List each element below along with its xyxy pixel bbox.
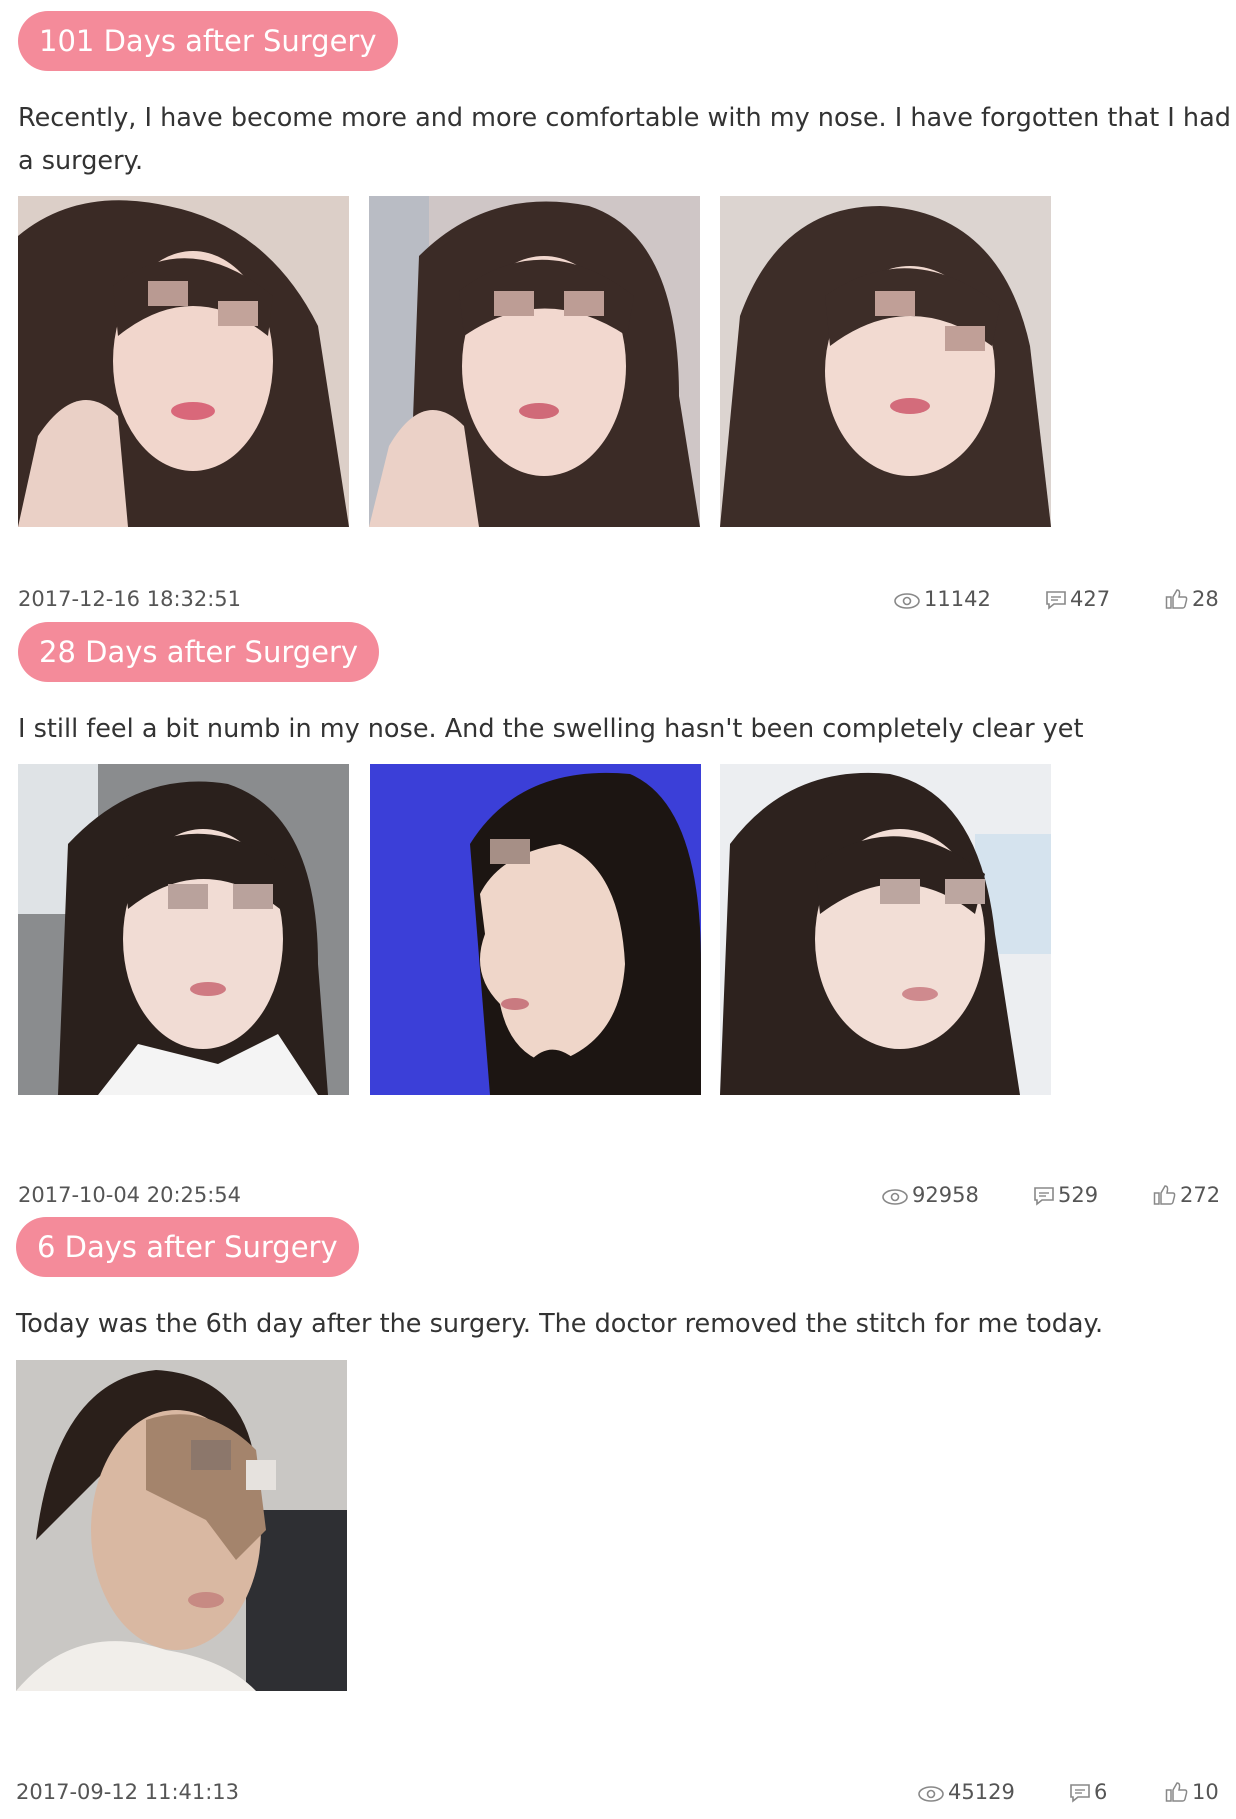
post-photo[interactable] [18, 764, 349, 1095]
eye-icon [918, 1786, 944, 1802]
post-text: I still feel a bit numb in my nose. And … [18, 714, 1084, 744]
eye-icon [894, 593, 920, 609]
comment-icon [1034, 1187, 1054, 1206]
comment-count-value: 6 [1094, 1780, 1108, 1804]
day-tag[interactable]: 6 Days after Surgery [16, 1217, 359, 1277]
post-text: Recently, I have become more and more co… [18, 103, 1231, 133]
day-tag[interactable]: 28 Days after Surgery [18, 622, 380, 682]
like-count-value: 10 [1192, 1780, 1219, 1804]
post-text: Today was the 6th day after the surgery.… [16, 1309, 1104, 1339]
post-text-continued: a surgery. [18, 146, 144, 176]
view-count-value: 11142 [924, 587, 991, 611]
like-count-value: 28 [1192, 587, 1219, 611]
like-count[interactable]: 10 [1165, 1777, 1219, 1807]
comment-count[interactable]: 427 [1045, 584, 1110, 614]
like-count[interactable]: 272 [1153, 1180, 1220, 1210]
post-timestamp: 2017-10-04 20:25:54 [18, 1183, 242, 1207]
post-timestamp: 2017-12-16 18:32:51 [18, 587, 242, 611]
view-count: 92958 [881, 1180, 979, 1210]
post-photo[interactable] [370, 764, 701, 1095]
like-count[interactable]: 28 [1165, 584, 1219, 614]
thumbs-up-icon [1165, 1782, 1188, 1802]
like-count-value: 272 [1180, 1183, 1221, 1207]
day-tag[interactable]: 101 Days after Surgery [18, 11, 398, 71]
comment-count-value: 427 [1070, 587, 1111, 611]
thumbs-up-icon [1165, 589, 1188, 609]
post-photo[interactable] [720, 764, 1051, 1095]
comment-icon [1070, 1784, 1090, 1803]
comment-count[interactable]: 6 [1069, 1777, 1107, 1807]
view-count: 11142 [893, 584, 991, 614]
post-timestamp: 2017-09-12 11:41:13 [16, 1780, 240, 1804]
view-count-value: 45129 [948, 1780, 1015, 1804]
view-count: 45129 [917, 1777, 1015, 1807]
thumbs-up-icon [1153, 1185, 1176, 1205]
post-photo[interactable] [16, 1360, 347, 1691]
comment-count-value: 529 [1058, 1183, 1099, 1207]
post-photo[interactable] [369, 196, 700, 527]
post-photo[interactable] [720, 196, 1051, 527]
comment-icon [1046, 591, 1066, 610]
view-count-value: 92958 [912, 1183, 979, 1207]
comment-count[interactable]: 529 [1033, 1180, 1098, 1210]
post-photo[interactable] [18, 196, 349, 527]
eye-icon [882, 1189, 908, 1205]
